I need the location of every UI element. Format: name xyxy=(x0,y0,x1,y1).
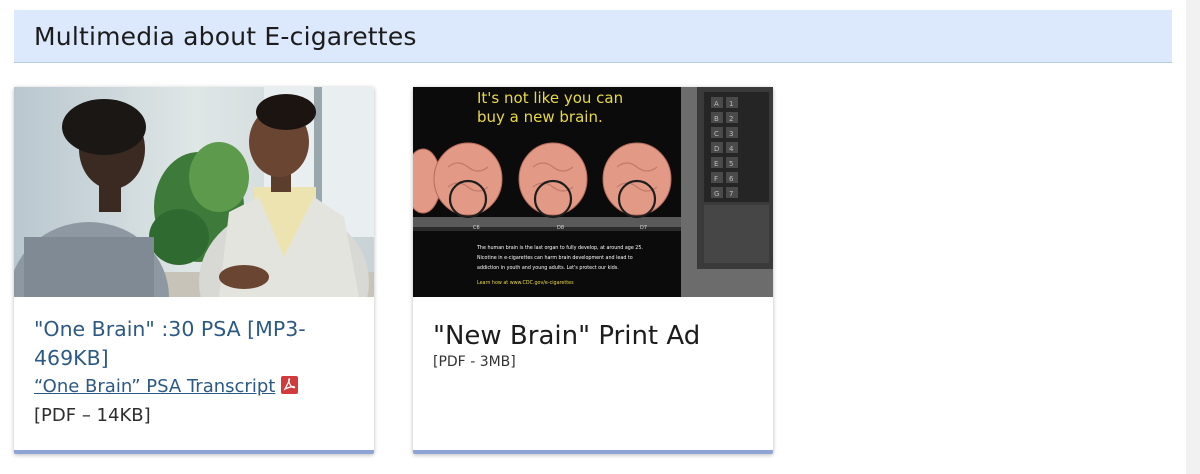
key-c: C xyxy=(714,130,719,138)
brain-3 xyxy=(602,142,672,216)
multimedia-section: Multimedia about E-cigarettes xyxy=(14,10,1172,63)
pdf-icon xyxy=(281,376,299,394)
print-ad-image[interactable]: A 1 B 2 C 3 D 4 E 5 F 6 G 7 It's not lik… xyxy=(413,87,773,297)
key-d: D xyxy=(714,145,719,153)
key-1: 1 xyxy=(729,100,733,108)
key-4: 4 xyxy=(729,145,734,153)
print-ad-meta: [PDF - 3MB] xyxy=(433,354,516,370)
key-g: G xyxy=(714,190,719,198)
slot-label-d8: D8 xyxy=(557,225,564,231)
ad-headline-line2: buy a new brain. xyxy=(477,108,603,126)
scrollbar-track[interactable] xyxy=(1186,0,1200,474)
media-card-new-brain: A 1 B 2 C 3 D 4 E 5 F 6 G 7 It's not lik… xyxy=(413,87,773,454)
key-7: 7 xyxy=(729,190,733,198)
key-e: E xyxy=(714,160,718,168)
section-title: Multimedia about E-cigarettes xyxy=(34,21,417,51)
transcript-link[interactable]: “One Brain” PSA Transcript xyxy=(34,376,275,397)
ad-body-line2: Nicotine in e-cigarettes can harm brain … xyxy=(477,255,633,261)
brain-1 xyxy=(433,142,503,216)
key-3: 3 xyxy=(729,130,733,138)
psa-photo[interactable] xyxy=(14,87,374,297)
media-card-one-brain: "One Brain" :30 PSA [MP3-469KB] “One Bra… xyxy=(14,87,374,454)
slot-label-d7: D7 xyxy=(640,225,647,231)
ad-cta: Learn how at www.CDC.gov/e-cigarettes xyxy=(477,280,574,286)
ad-headline-line1: It's not like you can xyxy=(477,89,623,107)
ad-body-line3: addiction in youth and young adults. Let… xyxy=(477,265,619,271)
key-5: 5 xyxy=(729,160,733,168)
key-f: F xyxy=(714,175,718,183)
key-b: B xyxy=(714,115,719,123)
key-a: A xyxy=(714,100,719,108)
key-2: 2 xyxy=(729,115,733,123)
section-header: Multimedia about E-cigarettes xyxy=(14,10,1172,63)
key-6: 6 xyxy=(729,175,734,183)
ad-body-line1: The human brain is the last organ to ful… xyxy=(476,245,643,251)
transcript-meta: [PDF – 14KB] xyxy=(34,405,151,426)
one-brain-psa-link[interactable]: "One Brain" :30 PSA [MP3-469KB] xyxy=(34,315,354,373)
new-brain-print-ad-title[interactable]: "New Brain" Print Ad xyxy=(433,320,753,352)
brain-2 xyxy=(518,142,588,216)
slot-label-c6: C6 xyxy=(473,225,480,231)
